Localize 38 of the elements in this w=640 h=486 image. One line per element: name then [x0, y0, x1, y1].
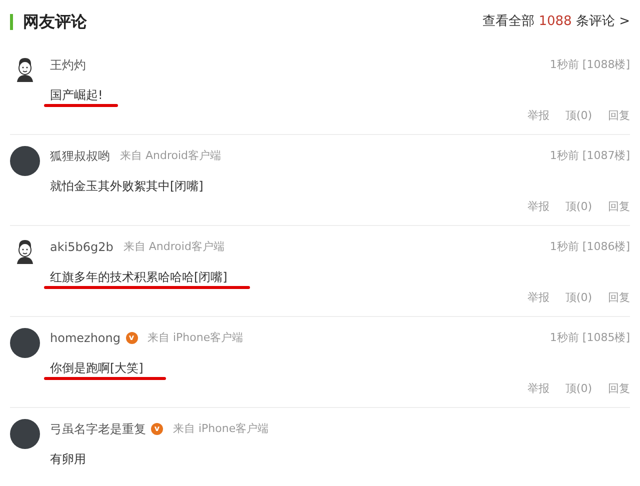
timestamp: 1秒前 [1087楼] — [550, 148, 630, 164]
action-link[interactable]: 顶(0) — [565, 290, 592, 306]
avatar-photo — [10, 419, 40, 449]
action-link[interactable]: 举报 — [527, 108, 550, 124]
verified-badge: v — [151, 423, 163, 435]
action-link[interactable]: 顶(0) — [565, 108, 592, 124]
action-link[interactable]: 回复 — [608, 198, 630, 216]
source-label: 来自 Android客户端 — [120, 148, 222, 164]
accent-bar — [10, 14, 13, 30]
comment-text: 国产崛起! — [50, 88, 103, 102]
username[interactable]: homezhong — [50, 329, 120, 347]
action-link[interactable]: 回复 — [608, 108, 630, 124]
action-link[interactable]: 顶(0) — [565, 380, 592, 398]
timestamp: 1秒前 [1086楼] — [550, 238, 630, 255]
view-all-link[interactable]: 查看全部 1088 条评论 > — [482, 12, 630, 32]
comment-text: 红旗多年的技术积累哈哈哈[闭嘴] — [50, 270, 228, 284]
timestamp: 1秒前 [1088楼] — [550, 56, 630, 73]
comment-text: 有卵用 — [50, 452, 86, 466]
timestamp: 1秒前 [1085楼] — [550, 330, 630, 346]
username[interactable]: 弓虽名字老是重复 — [50, 420, 146, 438]
action-link[interactable]: 举报 — [527, 290, 550, 306]
source-label: 来自 Android客户端 — [123, 238, 224, 255]
source-label: 来自 iPhone客户端 — [148, 330, 244, 346]
verified-badge: v — [126, 332, 138, 344]
comment-text: 就怕金玉其外败絮其中[闭嘴] — [50, 179, 204, 193]
username[interactable]: 狐狸叔叔哟 — [50, 147, 110, 165]
action-link[interactable]: 顶(0) — [565, 198, 592, 216]
action-link[interactable]: 举报 — [527, 380, 550, 398]
username[interactable]: 王灼灼 — [50, 56, 86, 74]
avatar-photo — [10, 328, 40, 358]
action-link[interactable]: 回复 — [608, 290, 630, 306]
username[interactable]: aki5b6g2b — [50, 238, 114, 256]
action-link[interactable]: 举报 — [527, 198, 550, 216]
section-title: 网友评论 — [23, 11, 87, 33]
comment-text: 你倒是跑啊[大笑] — [50, 361, 144, 375]
source-label: 来自 iPhone客户端 — [173, 420, 269, 437]
avatar-photo — [10, 146, 40, 176]
action-link[interactable]: 回复 — [608, 380, 630, 398]
